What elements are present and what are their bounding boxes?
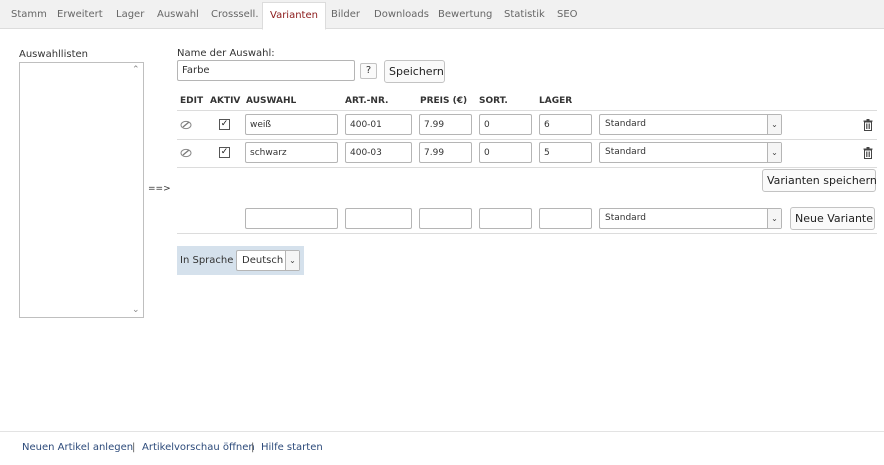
chevron-down-icon[interactable]: ⌄ — [767, 209, 781, 228]
in-sprache-label: In Sprache — [180, 255, 234, 266]
trash-icon[interactable] — [863, 119, 873, 131]
tab-statistik[interactable]: Statistik — [504, 3, 545, 29]
chevron-up-icon[interactable]: ⌃ — [132, 65, 140, 75]
aktiv-checkbox[interactable]: ✓ — [219, 119, 230, 130]
tab-crosssell[interactable]: Crosssell. — [211, 3, 259, 29]
new-auswahl-input[interactable] — [245, 208, 338, 229]
chevron-down-icon[interactable]: ⌄ — [767, 143, 781, 162]
variant-option-select[interactable]: Standard ⌄ — [599, 114, 782, 135]
edit-pencil-icon[interactable] — [180, 120, 192, 130]
auswahl-input[interactable] — [245, 114, 338, 135]
auswahllisten-title: Auswahllisten — [19, 49, 88, 60]
lager-input[interactable] — [539, 142, 592, 163]
transfer-arrow[interactable]: ==> — [148, 184, 171, 194]
tab-bewertung[interactable]: Bewertung — [438, 3, 492, 29]
artnr-input[interactable] — [345, 142, 412, 163]
header-divider — [177, 110, 877, 111]
artikelvorschau-oeffnen-link[interactable]: Artikelvorschau öffnen — [142, 442, 255, 453]
new-sort-input[interactable] — [479, 208, 532, 229]
varianten-speichern-button[interactable]: Varianten speichern — [762, 169, 877, 192]
new-row-divider — [177, 233, 877, 234]
language-box: In Sprache Deutsch ⌄ — [177, 246, 304, 275]
listbox-scrollbar[interactable]: ⌃ ⌄ — [130, 63, 143, 317]
chevron-down-icon[interactable]: ⌄ — [767, 115, 781, 134]
name-der-auswahl-label: Name der Auswahl: — [177, 48, 275, 59]
tab-lager[interactable]: Lager — [116, 3, 144, 29]
header-auswahl: AUSWAHL — [246, 96, 297, 106]
hilfe-starten-link[interactable]: Hilfe starten — [261, 442, 323, 453]
tab-erweitert[interactable]: Erweitert — [57, 3, 103, 29]
select-value: Standard — [605, 147, 646, 157]
language-value: Deutsch — [242, 255, 284, 266]
tab-downloads[interactable]: Downloads — [374, 3, 429, 29]
auswahl-input[interactable] — [245, 142, 338, 163]
header-aktiv: AKTIV — [210, 96, 241, 106]
header-artnr: ART.-NR. — [345, 96, 389, 106]
header-lager: LAGER — [539, 96, 573, 106]
tab-bar: Stamm Erweitert Lager Auswahl Crosssell.… — [0, 0, 884, 30]
tab-auswahl[interactable]: Auswahl — [157, 3, 199, 29]
tab-varianten[interactable]: Varianten — [262, 2, 326, 30]
trash-icon[interactable] — [863, 147, 873, 159]
tab-seo[interactable]: SEO — [557, 3, 578, 29]
speichern-button[interactable]: Speichern — [384, 60, 445, 83]
tab-stamm[interactable]: Stamm — [11, 3, 47, 29]
artnr-input[interactable] — [345, 114, 412, 135]
select-value: Standard — [605, 119, 646, 129]
new-lager-input[interactable] — [539, 208, 592, 229]
footer-separator: | — [132, 442, 136, 453]
auswahllisten-listbox[interactable]: ⌃ ⌄ — [19, 62, 144, 318]
variant-option-select[interactable]: Standard ⌄ — [599, 142, 782, 163]
tab-bilder[interactable]: Bilder — [331, 3, 360, 29]
header-edit: EDIT — [180, 96, 204, 106]
new-preis-input[interactable] — [419, 208, 472, 229]
new-variant-option-select[interactable]: Standard ⌄ — [599, 208, 782, 229]
edit-pencil-icon[interactable] — [180, 148, 192, 158]
footer-separator: | — [251, 442, 255, 453]
select-value: Standard — [605, 213, 646, 223]
preis-input[interactable] — [419, 142, 472, 163]
auswahl-name-input[interactable] — [177, 60, 355, 81]
row-divider — [177, 139, 877, 140]
row-divider — [177, 167, 877, 168]
chevron-down-icon[interactable]: ⌄ — [285, 251, 299, 270]
sort-input[interactable] — [479, 142, 532, 163]
sort-input[interactable] — [479, 114, 532, 135]
preis-input[interactable] — [419, 114, 472, 135]
language-select[interactable]: Deutsch ⌄ — [236, 250, 300, 271]
chevron-down-icon[interactable]: ⌄ — [132, 305, 140, 315]
new-artnr-input[interactable] — [345, 208, 412, 229]
header-sort: SORT. — [479, 96, 508, 106]
header-preis: PREIS (€) — [420, 96, 468, 106]
footer: Neuen Artikel anlegen | Artikelvorschau … — [0, 431, 884, 465]
neue-variante-button[interactable]: Neue Variante — [790, 207, 875, 230]
aktiv-checkbox[interactable]: ✓ — [219, 147, 230, 158]
lager-input[interactable] — [539, 114, 592, 135]
help-button[interactable]: ? — [360, 63, 377, 79]
neuen-artikel-anlegen-link[interactable]: Neuen Artikel anlegen — [22, 442, 133, 453]
